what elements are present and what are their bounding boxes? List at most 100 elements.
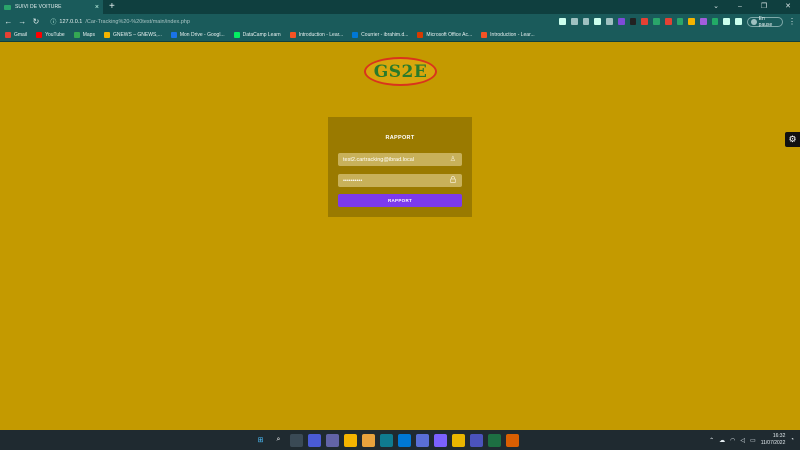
key-icon[interactable] (559, 18, 566, 25)
report-form-card: RAPPORT test2.cartracking@ibrad.local ♙ … (328, 117, 472, 217)
clock-date: 11/07/2022 (760, 440, 786, 446)
app-icon-2[interactable] (434, 433, 447, 447)
teams-icon[interactable] (470, 433, 483, 447)
back-arrow-icon[interactable]: ← (4, 17, 13, 27)
cloud-icon[interactable]: ☁ (719, 437, 725, 444)
bookmark-office[interactable]: Microsoft Office Ac... (417, 32, 472, 38)
user-icon: ♙ (449, 156, 456, 163)
bookmark-label: YouTube (45, 32, 65, 38)
toolbar-extensions: En pause ⋮ (559, 16, 796, 28)
bookmark-label: GNEWS – GNEWS,... (112, 32, 162, 38)
bookmark-gmail[interactable]: Gmail (5, 32, 27, 38)
drive-icon (170, 32, 177, 38)
reload-icon[interactable]: ↻ (32, 17, 41, 27)
extension-purple-icon[interactable] (617, 18, 625, 25)
microsoft-learn-icon (481, 32, 488, 38)
logo-text: GS2E (373, 61, 428, 82)
close-window-button[interactable]: ✕ (776, 0, 800, 14)
microsoft-learn-icon (289, 32, 296, 38)
translate-icon[interactable] (570, 18, 578, 25)
chrome-icon[interactable] (362, 433, 375, 447)
bookmark-label: Gmail (14, 32, 28, 38)
email-value: test2.cartracking@ibrad.local (343, 156, 415, 163)
tab-close-icon[interactable]: × (95, 4, 99, 11)
task-view-icon[interactable] (290, 433, 303, 447)
bookmark-maps[interactable]: Maps (73, 32, 95, 38)
battery-icon[interactable]: ▭ (750, 437, 756, 444)
bookmark-gnews[interactable]: GNEWS – GNEWS,... (103, 32, 162, 38)
extension-red-icon[interactable] (641, 18, 649, 25)
bookmark-label: Introduction - Lear... (490, 32, 535, 38)
bookmark-courrier[interactable]: Courrier - ibrahim.d... (352, 32, 408, 38)
bookmark-label: Microsoft Office Ac... (426, 32, 473, 38)
bookmark-datacamp[interactable]: DataCamp Learn (233, 32, 281, 38)
notifications-icon[interactable]: ◔ (790, 437, 794, 443)
office-icon (417, 32, 424, 38)
search-icon[interactable]: ⌕ (272, 434, 285, 447)
bookmark-star-icon[interactable] (594, 18, 602, 25)
maximize-button[interactable]: ❐ (752, 0, 776, 14)
youtube-extension-icon[interactable] (664, 18, 672, 25)
bookmark-label: Mon Drive - Googl... (179, 32, 225, 38)
extension-check-icon[interactable] (711, 18, 719, 25)
extension-sheet-icon[interactable] (676, 18, 684, 25)
browser-tab-active[interactable]: SUIVI DE VOITURE × (0, 0, 103, 14)
edge-icon[interactable] (380, 433, 393, 447)
bookmark-introduction[interactable]: Introduction - Lear... (289, 32, 344, 38)
forward-arrow-icon[interactable]: → (18, 17, 27, 27)
address-bar-row: ← → ↻ ⓘ 127.0.0.1/Car-Tracking%20-%20tes… (0, 14, 800, 29)
gnews-icon (103, 32, 110, 38)
gmail-icon (5, 32, 11, 38)
teams-chat-icon[interactable] (326, 433, 339, 447)
bookmark-introduction-2[interactable]: Introduction - Lear... (481, 32, 535, 38)
outlook-icon[interactable] (398, 433, 411, 447)
clock-time: 16:32 (772, 433, 786, 439)
extension-green-icon[interactable] (653, 18, 660, 25)
new-tab-button[interactable]: + (109, 2, 115, 12)
tab-title: SUIVI DE VOITURE (15, 4, 62, 10)
bookmarks-bar: Gmail YouTube Maps GNEWS – GNEWS,... Mon… (0, 29, 800, 42)
gs2e-logo: GS2E (364, 57, 437, 86)
tab-search-icon[interactable]: ⌄ (704, 0, 728, 14)
app-warning-icon[interactable] (452, 433, 465, 447)
wifi-icon[interactable]: ◠ (730, 437, 735, 444)
avatar (750, 18, 757, 25)
app-icon[interactable] (416, 433, 429, 447)
rapport-submit-button[interactable]: RAPPORT (338, 194, 462, 207)
password-field[interactable]: •••••••••• (338, 174, 462, 187)
form-title: RAPPORT (385, 135, 415, 141)
bookmark-youtube[interactable]: YouTube (36, 32, 65, 38)
password-value: •••••••••• (343, 177, 363, 184)
tray-chevron-icon[interactable]: ⌃ (709, 437, 714, 444)
site-favicon-icon (4, 4, 11, 10)
excel-icon[interactable] (488, 433, 501, 447)
settings-gear-icon[interactable]: ⚙ (785, 132, 800, 147)
extension-n-icon[interactable] (629, 18, 637, 25)
bookmark-label: DataCamp Learn (242, 32, 281, 38)
url-field[interactable]: ⓘ 127.0.0.1/Car-Tracking%20-%20test/main… (45, 16, 554, 27)
extensions-puzzle-icon[interactable] (723, 18, 731, 25)
bookmark-drive[interactable]: Mon Drive - Googl... (170, 32, 225, 38)
file-explorer-icon[interactable] (344, 433, 357, 447)
extension-yellow-icon[interactable] (688, 18, 695, 25)
profile-button[interactable]: En pause (746, 16, 783, 28)
bookmark-label: Introduction - Lear... (298, 32, 344, 38)
browser-tab-strip: SUIVI DE VOITURE × + ⌄ – ❐ ✕ (0, 0, 800, 14)
bookmark-label: Courrier - ibrahim.d... (361, 32, 409, 38)
volume-icon[interactable]: ◁ (740, 437, 745, 444)
site-info-icon[interactable]: ⓘ (50, 17, 56, 26)
windows-start-icon[interactable]: ⊞ (254, 434, 267, 447)
system-tray: ⌃ ☁ ◠ ◁ ▭ 16:32 11/07/2022 ◔ (709, 430, 794, 450)
taskbar-apps: ⊞ ⌕ (254, 432, 519, 448)
extension-s-icon[interactable] (699, 18, 707, 25)
browser-menu-icon[interactable]: ⋮ (788, 17, 796, 26)
sublime-icon[interactable] (506, 433, 519, 447)
share-icon[interactable] (582, 18, 590, 25)
side-panel-icon[interactable] (735, 18, 742, 25)
screenshot-icon[interactable] (606, 18, 613, 25)
widgets-icon[interactable] (308, 433, 321, 447)
taskbar-clock[interactable]: 16:32 11/07/2022 (761, 433, 786, 447)
url-path: /Car-Tracking%20-%20test/main/index.php (85, 18, 190, 25)
email-field[interactable]: test2.cartracking@ibrad.local ♙ (338, 153, 462, 166)
minimize-button[interactable]: – (728, 0, 752, 14)
